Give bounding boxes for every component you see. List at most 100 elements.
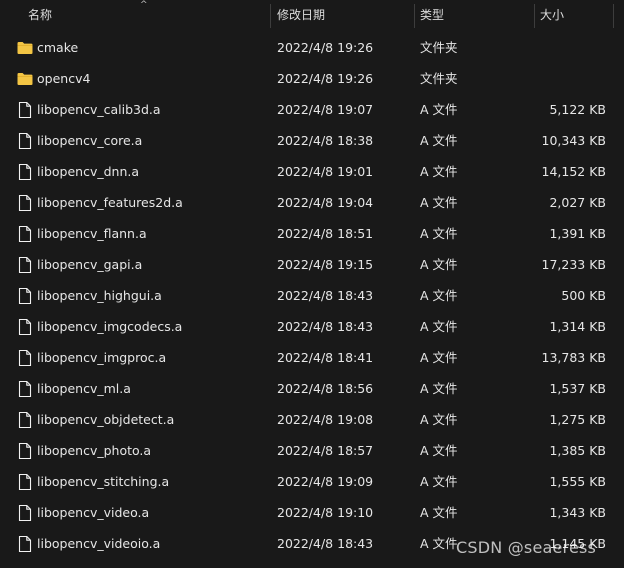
file-date-modified: 2022/4/8 19:01	[277, 164, 374, 179]
file-size: 1,537 KB	[549, 381, 606, 396]
file-date-modified: 2022/4/8 19:04	[277, 195, 374, 210]
file-row[interactable]: libopencv_stitching.a 2022/4/8 19:09 A 文件 1…	[0, 466, 624, 497]
file-type: A 文件	[420, 195, 458, 210]
file-name: cmake	[37, 40, 79, 55]
file-date-modified: 2022/4/8 18:41	[277, 350, 374, 365]
file-row[interactable]: libopencv_highgui.a 2022/4/8 18:43 A 文件 500…	[0, 280, 624, 311]
file-date-modified: 2022/4/8 19:26	[277, 40, 374, 55]
file-date-modified: 2022/4/8 19:15	[277, 257, 374, 272]
file-size: 1,391 KB	[549, 226, 606, 241]
file-size: 14,152 KB	[541, 164, 606, 179]
file-name: libopencv_features2d.a	[37, 195, 183, 210]
column-header-type[interactable]: 类型	[420, 0, 532, 31]
file-date-modified: 2022/4/8 19:09	[277, 474, 374, 489]
file-type: A 文件	[420, 133, 458, 148]
file-row[interactable]: libopencv_features2d.a 2022/4/8 19:04 A 文件…	[0, 187, 624, 218]
file-type: A 文件	[420, 319, 458, 334]
file-icon	[18, 287, 32, 305]
file-size: 1,343 KB	[549, 505, 606, 520]
file-row[interactable]: libopencv_imgproc.a 2022/4/8 18:41 A 文件 13,…	[0, 342, 624, 373]
file-size: 17,233 KB	[541, 257, 606, 272]
file-row[interactable]: libopencv_ml.a 2022/4/8 18:56 A 文件 1,537 KB	[0, 373, 624, 404]
file-row[interactable]: libopencv_photo.a 2022/4/8 18:57 A 文件 1,385…	[0, 435, 624, 466]
file-icon	[18, 163, 32, 181]
file-icon	[18, 194, 32, 212]
file-size: 1,275 KB	[549, 412, 606, 427]
file-date-modified: 2022/4/8 18:43	[277, 536, 374, 551]
watermark: CSDN @seaeress	[456, 538, 597, 557]
file-row[interactable]: libopencv_dnn.a 2022/4/8 19:01 A 文件 14,152 …	[0, 156, 624, 187]
file-type: A 文件	[420, 102, 458, 117]
file-icon	[18, 349, 32, 367]
file-type: 文件夹	[420, 71, 458, 86]
file-size: 13,783 KB	[541, 350, 606, 365]
file-type: A 文件	[420, 257, 458, 272]
file-name: libopencv_ml.a	[37, 381, 131, 396]
file-row[interactable]: libopencv_imgcodecs.a 2022/4/8 18:43 A 文件 1…	[0, 311, 624, 342]
column-header-date[interactable]: 修改日期	[277, 0, 413, 31]
file-icon	[18, 473, 32, 491]
file-date-modified: 2022/4/8 19:26	[277, 71, 374, 86]
file-type: A 文件	[420, 536, 458, 551]
file-date-modified: 2022/4/8 18:43	[277, 288, 374, 303]
file-icon	[18, 442, 32, 460]
file-row[interactable]: libopencv_video.a 2022/4/8 19:10 A 文件 1,343…	[0, 497, 624, 528]
file-icon	[18, 318, 32, 336]
file-date-modified: 2022/4/8 19:08	[277, 412, 374, 427]
file-date-modified: 2022/4/8 18:38	[277, 133, 374, 148]
file-row[interactable]: libopencv_gapi.a 2022/4/8 19:15 A 文件 17,233…	[0, 249, 624, 280]
file-type: A 文件	[420, 474, 458, 489]
file-type: A 文件	[420, 350, 458, 365]
file-name: libopencv_stitching.a	[37, 474, 170, 489]
file-row[interactable]: libopencv_objdetect.a 2022/4/8 19:08 A 文件 1…	[0, 404, 624, 435]
file-size: 1,385 KB	[549, 443, 606, 458]
file-name: libopencv_videoio.a	[37, 536, 161, 551]
file-name: libopencv_core.a	[37, 133, 143, 148]
column-divider[interactable]	[270, 4, 271, 28]
column-divider[interactable]	[613, 4, 614, 28]
column-header-size[interactable]: 大小	[540, 0, 612, 31]
file-name: libopencv_imgproc.a	[37, 350, 167, 365]
file-name: libopencv_flann.a	[37, 226, 147, 241]
file-name: libopencv_highgui.a	[37, 288, 162, 303]
file-type: A 文件	[420, 412, 458, 427]
file-type: A 文件	[420, 505, 458, 520]
file-explorer: ^ 名称 修改日期 类型 大小 cmake 2022/4/8 19:26 文件夹 op…	[0, 0, 624, 568]
file-size: 1,314 KB	[549, 319, 606, 334]
file-row[interactable]: libopencv_flann.a 2022/4/8 18:51 A 文件 1,391…	[0, 218, 624, 249]
file-size: 1,555 KB	[549, 474, 606, 489]
file-name: libopencv_objdetect.a	[37, 412, 175, 427]
file-type: A 文件	[420, 443, 458, 458]
file-size: 5,122 KB	[549, 102, 606, 117]
file-name: opencv4	[37, 71, 91, 86]
file-type: A 文件	[420, 226, 458, 241]
file-date-modified: 2022/4/8 18:43	[277, 319, 374, 334]
folder-icon	[17, 72, 33, 88]
file-type: A 文件	[420, 164, 458, 179]
file-icon	[18, 132, 32, 150]
column-divider[interactable]	[534, 4, 535, 28]
file-name: libopencv_dnn.a	[37, 164, 140, 179]
file-date-modified: 2022/4/8 18:57	[277, 443, 374, 458]
file-date-modified: 2022/4/8 18:56	[277, 381, 374, 396]
file-size: 500 KB	[561, 288, 606, 303]
file-icon	[18, 380, 32, 398]
file-type: 文件夹	[420, 40, 458, 55]
file-icon	[18, 535, 32, 553]
file-name: libopencv_photo.a	[37, 443, 152, 458]
file-row[interactable]: cmake 2022/4/8 19:26 文件夹	[0, 32, 624, 63]
file-size: 2,027 KB	[549, 195, 606, 210]
file-name: libopencv_imgcodecs.a	[37, 319, 183, 334]
file-icon	[18, 256, 32, 274]
file-row[interactable]: opencv4 2022/4/8 19:26 文件夹	[0, 63, 624, 94]
file-row[interactable]: libopencv_core.a 2022/4/8 18:38 A 文件 10,343…	[0, 125, 624, 156]
file-row[interactable]: libopencv_calib3d.a 2022/4/8 19:07 A 文件 5,1…	[0, 94, 624, 125]
column-header-name[interactable]: 名称	[28, 0, 268, 31]
file-icon	[18, 101, 32, 119]
file-icon	[18, 504, 32, 522]
file-list: cmake 2022/4/8 19:26 文件夹 opencv4 2022/4/8 19…	[0, 32, 624, 559]
file-icon	[18, 225, 32, 243]
column-divider[interactable]	[414, 4, 415, 28]
file-name: libopencv_calib3d.a	[37, 102, 161, 117]
file-type: A 文件	[420, 381, 458, 396]
